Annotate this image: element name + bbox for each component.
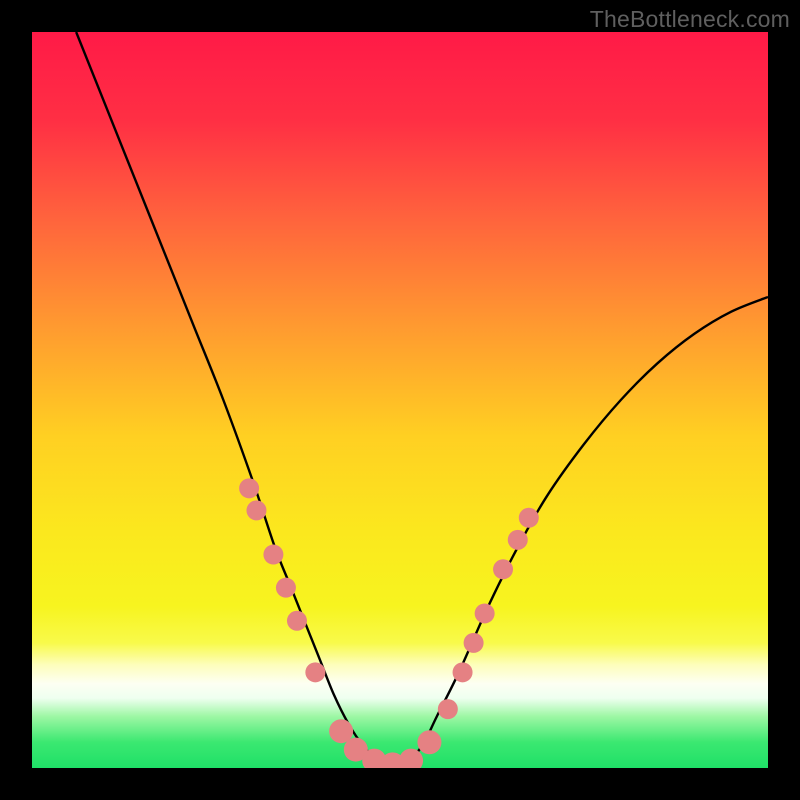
chart-frame: TheBottleneck.com [0, 0, 800, 800]
watermark-text: TheBottleneck.com [590, 6, 790, 33]
plot-area [32, 32, 768, 768]
gradient-background [32, 32, 768, 768]
